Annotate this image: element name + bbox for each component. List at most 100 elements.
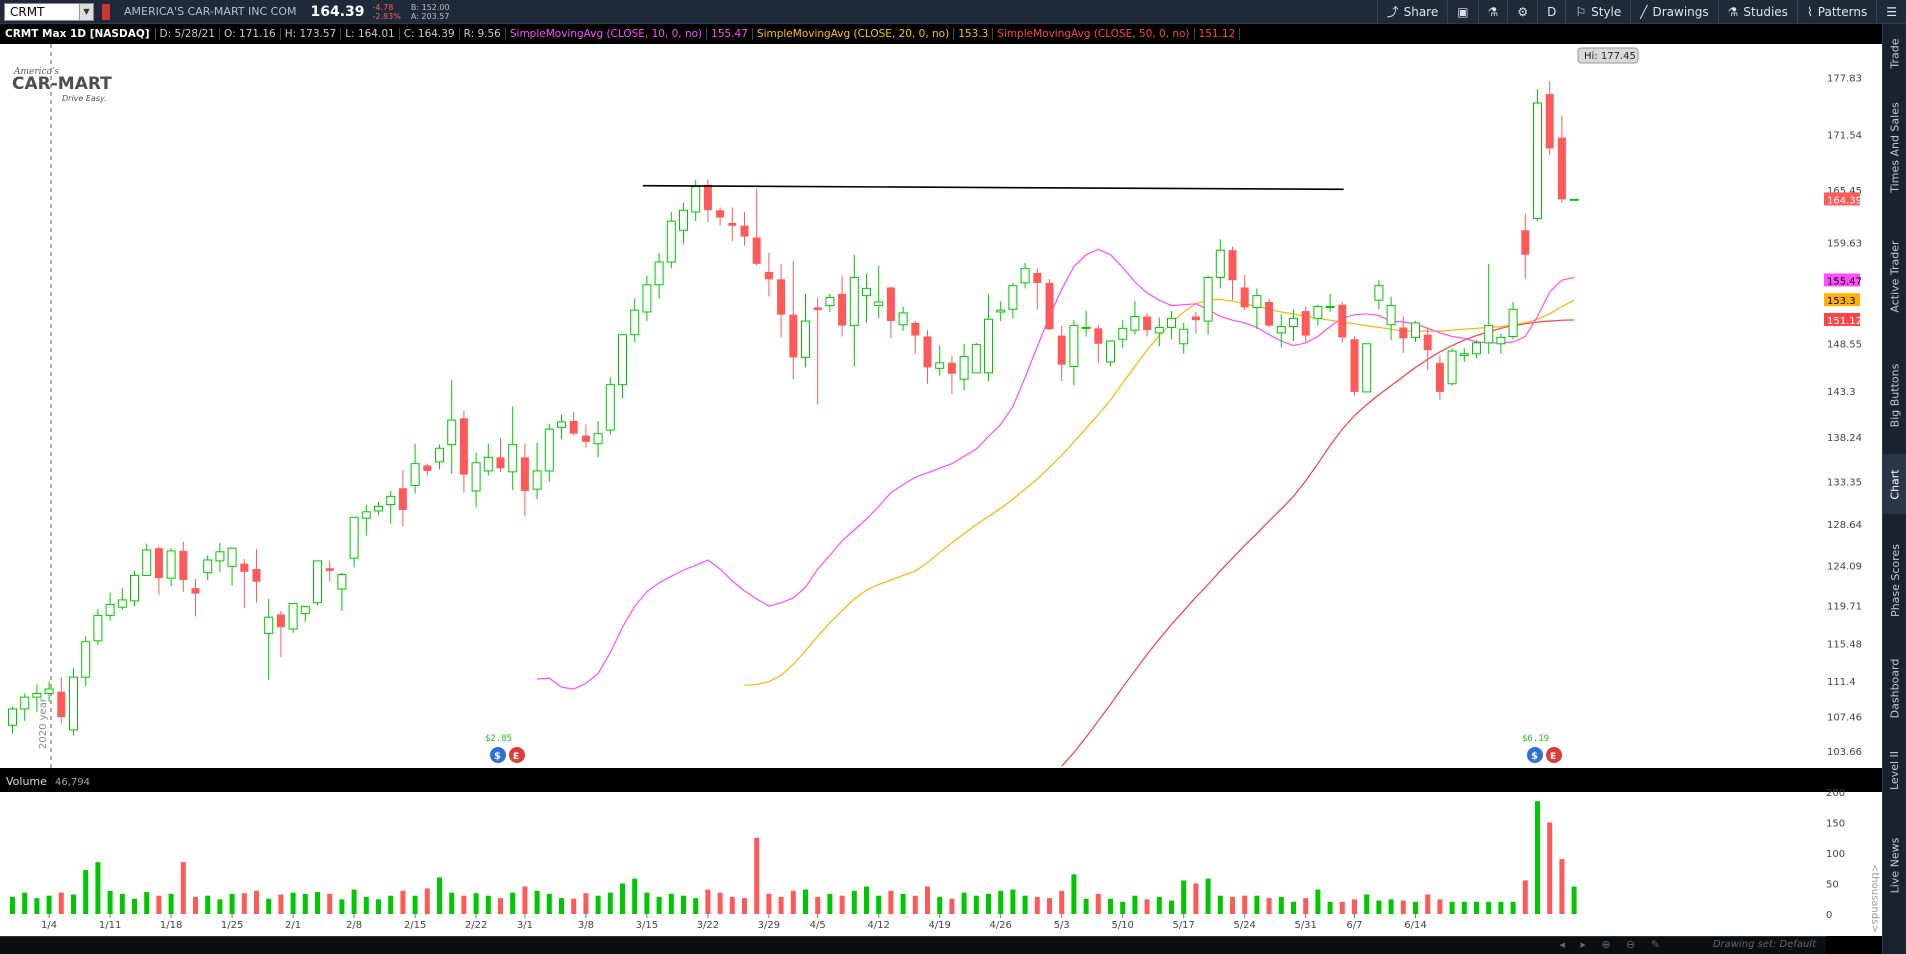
flask-button[interactable]: ⚗: [1477, 0, 1508, 23]
side-tab-active-trader[interactable]: Active Trader: [1883, 216, 1906, 336]
volume-tick-label: 0: [1826, 910, 1832, 921]
candle-body: [1228, 250, 1237, 281]
volume-bar: [1522, 880, 1528, 914]
sma50-label[interactable]: SimpleMovingAvg (CLOSE, 50, 0, no): [993, 28, 1195, 40]
chevron-down-icon[interactable]: ▼: [79, 3, 93, 20]
logo-main: CAR-MART: [12, 74, 112, 94]
price-tick-label: 111.4: [1827, 677, 1856, 688]
zoom-controls[interactable]: ◂ ▸ ⊕ ⊖ ✎: [1559, 938, 1666, 951]
volume-bar: [1108, 898, 1113, 914]
volume-bar: [144, 892, 150, 914]
chart-title[interactable]: CRMT Max 1D [NASDAQ]: [0, 28, 156, 40]
candle-body: [252, 569, 261, 582]
side-tab-label: Live News: [1888, 837, 1902, 893]
sma20-label[interactable]: SimpleMovingAvg (CLOSE, 20, 0, no): [753, 28, 955, 40]
last-price: 164.39: [310, 3, 365, 20]
bottom-scrollbar[interactable]: ◂ ▸ ⊕ ⊖ ✎ Drawing set: Default: [0, 936, 1826, 954]
volume-tick-label: 50: [1826, 880, 1839, 891]
candle-body: [1179, 328, 1189, 345]
volume-bar: [1498, 901, 1504, 914]
aggregation-button[interactable]: D: [1537, 0, 1565, 23]
patterns-button[interactable]: ⌇ Patterns: [1796, 0, 1876, 23]
price-chart[interactable]: 177.83171.54165.45159.63153.3148.55143.3…: [0, 44, 1882, 936]
volume-bar: [83, 870, 89, 914]
candle-body: [69, 676, 78, 731]
share-button[interactable]: ⤴ Share: [1376, 0, 1448, 23]
candle-body: [288, 603, 298, 630]
side-tab-level-ii[interactable]: Level II: [1883, 734, 1906, 806]
time-tick-label: 5/31: [1294, 920, 1316, 931]
price-tick-label: 177.83: [1827, 73, 1862, 84]
side-tab-dashboard[interactable]: Dashboard: [1883, 646, 1906, 730]
link-color-chip[interactable]: [102, 3, 110, 20]
time-tick-label: 4/12: [867, 920, 889, 931]
price-tick-label: 143.3: [1827, 387, 1856, 398]
candle-body: [1569, 198, 1579, 201]
candle-body: [1045, 282, 1054, 330]
studies-button[interactable]: ⚗ Studies: [1717, 0, 1797, 23]
sma10-label[interactable]: SimpleMovingAvg (CLOSE, 10, 0, no): [506, 28, 708, 40]
time-tick-label: 2/1: [285, 920, 301, 931]
candle-body: [1374, 285, 1384, 301]
side-tab-chart[interactable]: Chart: [1883, 454, 1906, 514]
time-tick-label: 5/17: [1172, 920, 1194, 931]
volume-label: Volume: [6, 775, 47, 788]
volume-value: 46,794: [55, 777, 90, 788]
earnings-glyph: E: [513, 752, 519, 762]
time-tick-label: 1/18: [160, 920, 182, 931]
side-tab-big-buttons[interactable]: Big Buttons: [1883, 340, 1906, 450]
volume-bar: [461, 895, 467, 914]
side-tab-times-and-sales[interactable]: Times And Sales: [1883, 82, 1906, 212]
style-label: Style: [1591, 4, 1622, 19]
symbol-input[interactable]: CRMT ▼: [4, 2, 94, 21]
candle-body: [179, 550, 188, 580]
time-tick-label: 3/22: [697, 920, 719, 931]
volume-bar: [1425, 894, 1431, 914]
candle-body: [313, 560, 322, 604]
volume-bar: [1095, 893, 1101, 914]
side-tab-label: Chart: [1888, 468, 1902, 500]
snapshot-button[interactable]: ▣: [1447, 0, 1477, 23]
volume-bar: [1193, 883, 1199, 914]
drawings-button[interactable]: ╱ Drawings: [1630, 0, 1717, 23]
volume-bar: [1071, 874, 1077, 914]
top-toolbar: CRMT ▼ AMERICA'S CAR-MART INC COM 164.39…: [0, 0, 1906, 24]
candle-body: [496, 457, 505, 469]
volume-bar: [668, 893, 674, 914]
candle-body: [630, 309, 640, 336]
volume-bar: [1278, 896, 1284, 914]
volume-bar: [1266, 898, 1272, 914]
hi-callout-text: Hi: 177.45: [1584, 51, 1636, 62]
volume-tick-label: 200: [1826, 788, 1845, 799]
volume-bar: [1217, 895, 1223, 914]
share-label: Share: [1403, 4, 1439, 19]
change-block: -4.78 -2.83%: [373, 3, 401, 21]
dividend-glyph: $: [494, 751, 501, 762]
volume-bar: [1144, 899, 1150, 914]
candle-body: [447, 419, 457, 446]
last-price-marker: 164.39: [1827, 195, 1862, 206]
candle-body: [130, 574, 139, 602]
volume-bar: [351, 889, 357, 914]
candle-body: [1106, 340, 1115, 363]
settings-button[interactable]: ⚙: [1507, 0, 1537, 23]
volume-bar: [1339, 901, 1345, 914]
volume-bar: [693, 898, 699, 914]
volume-bar: [1132, 895, 1138, 914]
menu-button[interactable]: ☰: [1876, 0, 1906, 23]
side-tab-phase-scores[interactable]: Phase Scores: [1883, 518, 1906, 642]
volume-bar: [1547, 822, 1553, 914]
style-button[interactable]: ⚐ Style: [1565, 0, 1630, 23]
side-tab-trade[interactable]: Trade: [1883, 29, 1906, 77]
candle-body: [825, 296, 835, 307]
candle-body: [191, 588, 200, 594]
candle-body: [227, 547, 237, 567]
side-tab-label: Trade: [1888, 37, 1902, 69]
style-icon: ⚐: [1575, 4, 1587, 19]
candle-body: [1545, 93, 1554, 149]
volume-bar: [876, 895, 882, 914]
side-tab-live-news[interactable]: Live News: [1883, 810, 1906, 920]
volume-bar: [437, 877, 442, 914]
volume-unit: <thousands>: [1869, 864, 1880, 933]
price-axis-background: [1822, 44, 1882, 768]
